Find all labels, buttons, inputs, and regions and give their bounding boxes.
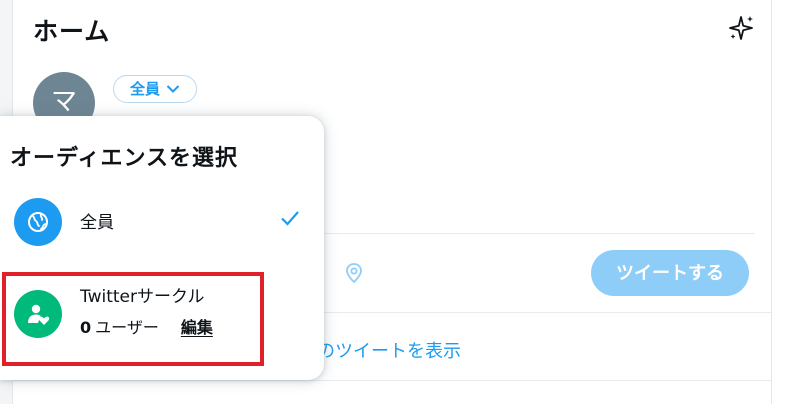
highlight-annotation-box <box>2 272 264 366</box>
globe-icon <box>14 198 62 246</box>
audience-option-everyone[interactable]: 全員 <box>0 188 324 256</box>
sparkle-icon[interactable] <box>727 14 755 42</box>
page-title: ホーム <box>33 17 111 46</box>
audience-selector-label: 全員 <box>130 80 161 98</box>
popover-title: オーディエンスを選択 <box>10 146 239 171</box>
header: ホーム <box>13 0 771 58</box>
chevron-down-icon <box>166 85 180 93</box>
location-icon[interactable] <box>343 262 365 284</box>
audience-selector-button[interactable]: 全員 <box>113 75 198 103</box>
section-divider <box>13 380 771 381</box>
checkmark-icon <box>281 211 299 226</box>
audience-option-label: 全員 <box>80 213 114 233</box>
tweet-button[interactable]: ツイートする <box>591 250 749 296</box>
